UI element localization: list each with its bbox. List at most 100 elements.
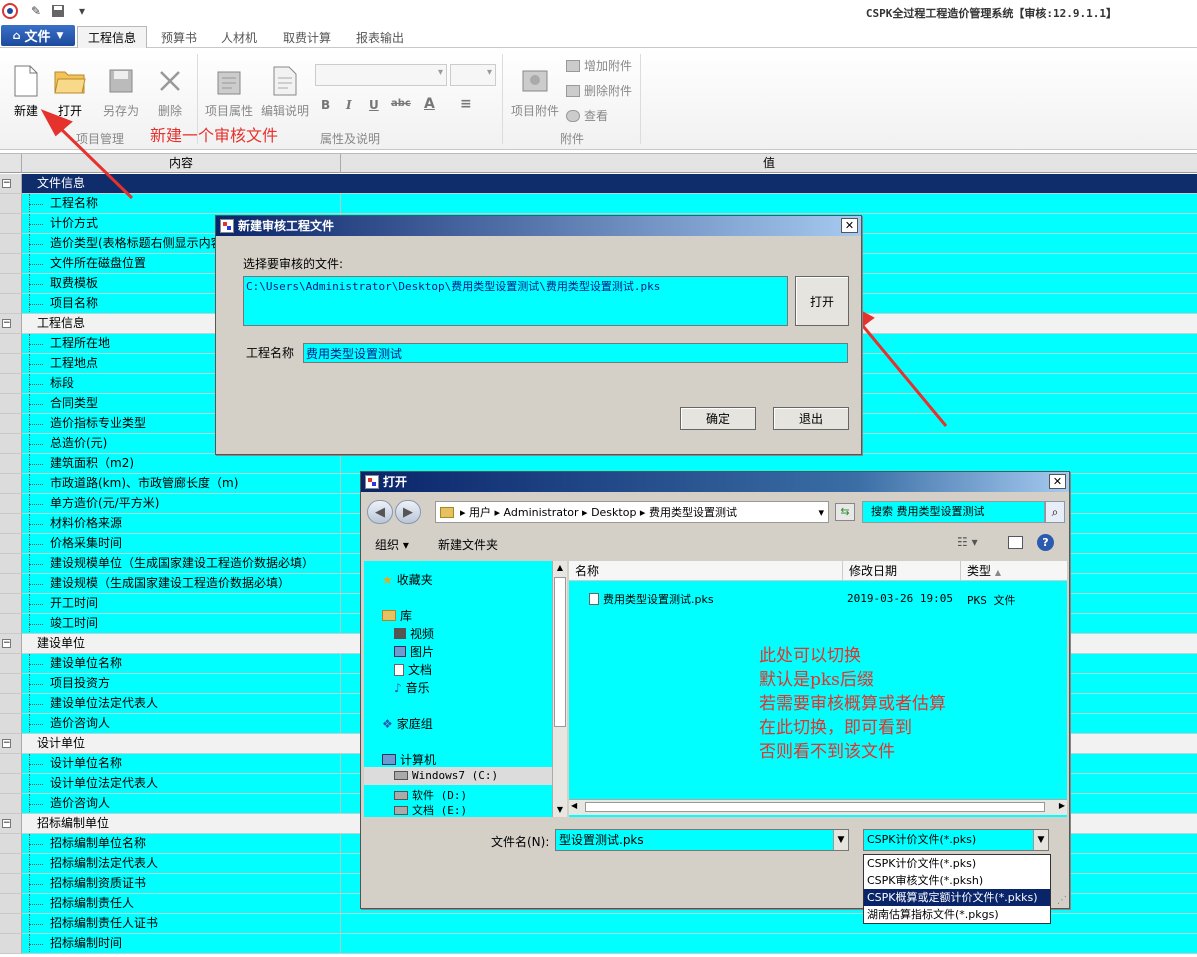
nav-favorites[interactable]: ★ 收藏夹 (382, 571, 433, 588)
breadcrumb-folder[interactable]: 费用类型设置测试 (649, 504, 737, 520)
preview-pane-icon[interactable] (1008, 536, 1023, 549)
chevron-down-icon[interactable]: ▼ (833, 830, 848, 850)
col-header-name[interactable]: 名称 (569, 561, 843, 581)
nav-computer-label: 计算机 (400, 753, 437, 767)
resize-grip-icon[interactable]: ⋰ (1057, 895, 1067, 906)
help-icon[interactable]: ? (1037, 534, 1054, 551)
nav-documents-label: 文档 (408, 663, 433, 677)
view-menu-icon[interactable]: ☷ ▾ (957, 535, 978, 549)
nav-videos-label: 视频 (410, 627, 435, 641)
annotation-arrow-new (56, 124, 134, 200)
file-path-field[interactable]: C:\Users\Administrator\Desktop\费用类型设置测试\… (243, 276, 788, 326)
arrow-left-icon: ◀ (375, 504, 385, 520)
homegroup-icon: ❖ (382, 716, 393, 731)
video-icon (394, 628, 406, 639)
scroll-left-icon[interactable]: ◀ (571, 801, 577, 810)
nav-drive-e[interactable]: 文档 (E:) (394, 803, 467, 817)
annotation-filter-hint: 此处可以切换 默认是pks后缀 若需要审核概算或者估算 在此切换，即可看到 否则… (759, 644, 946, 764)
filter-option[interactable]: CSPK审核文件(*.pksh) (864, 872, 1050, 889)
nav-homegroup[interactable]: ❖ 家庭组 (382, 715, 433, 732)
back-button[interactable]: ◀ (367, 500, 393, 524)
open-dialog-title-text: 打开 (383, 475, 408, 489)
col-header-date[interactable]: 修改日期 (843, 561, 961, 581)
close-icon: ✕ (844, 219, 855, 232)
nav-videos[interactable]: 视频 (394, 625, 434, 642)
annotation-line: 否则看不到该文件 (759, 742, 895, 762)
chevron-down-icon[interactable]: ▼ (1033, 830, 1048, 850)
filename-input[interactable]: 型设置测试.pks (555, 829, 849, 851)
file-row[interactable]: 费用类型设置测试.pks (589, 591, 714, 607)
navigation-pane: ★ 收藏夹 库 视频 图片 文档 ♪ 音乐 ❖ 家庭组 计算机 Windows7 (C… (364, 561, 552, 817)
nav-drive-d-label: 软件 (D:) (412, 789, 468, 802)
file-list-hscrollbar[interactable]: ◀ ▶ (569, 799, 1067, 815)
project-name-field[interactable]: 费用类型设置测试 (303, 343, 848, 363)
project-name-label: 工程名称 (246, 346, 295, 360)
forward-button[interactable]: ▶ (395, 500, 421, 524)
ok-button[interactable]: 确定 (680, 407, 756, 430)
scroll-thumb[interactable] (554, 577, 566, 727)
nav-drive-c[interactable]: Windows7 (C:) (394, 769, 498, 782)
nav-music[interactable]: ♪ 音乐 (394, 679, 430, 696)
new-audit-dialog: 新建审核工程文件 ✕ 选择要审核的文件: C:\Users\Administra… (215, 215, 862, 455)
scroll-right-icon[interactable]: ▶ (1059, 801, 1065, 810)
file-type-filter-dropdown: CSPK计价文件(*.pks) CSPK审核文件(*.pksh) CSPK概算或… (863, 854, 1051, 924)
search-icon: ⌕ (1051, 505, 1059, 519)
dialog-app-icon (220, 219, 234, 233)
nav-favorites-label: 收藏夹 (396, 573, 433, 587)
nav-computer[interactable]: 计算机 (382, 751, 436, 768)
nav-documents[interactable]: 文档 (394, 661, 432, 678)
address-bar[interactable]: ▸ 用户 ▸ Administrator ▸ Desktop ▸ 费用类型设置测… (435, 501, 829, 523)
library-icon (382, 610, 396, 621)
annotation-line: 若需要审核概算或者估算 (759, 694, 946, 714)
scroll-down-icon[interactable]: ▼ (553, 803, 567, 817)
scroll-up-icon[interactable]: ▲ (553, 561, 567, 575)
refresh-icon: ⇆ (840, 505, 850, 518)
nav-pictures[interactable]: 图片 (394, 643, 434, 660)
search-input[interactable]: 搜索 费用类型设置测试 (862, 501, 1045, 523)
col-header-type[interactable]: 类型 ▲ (961, 561, 1067, 581)
file-date: 2019-03-26 19:05 (847, 592, 953, 605)
annotation-line: 默认是pks后缀 (759, 670, 874, 690)
document-icon (394, 663, 404, 676)
annotation-line: 在此切换，即可看到 (759, 718, 912, 738)
breadcrumb-administrator[interactable]: Administrator (504, 506, 579, 519)
organize-button[interactable]: 组织 ▾ (375, 536, 409, 553)
drive-icon (394, 805, 408, 815)
file-type: PKS 文件 (967, 594, 1016, 607)
breadcrumb-users[interactable]: 用户 (469, 504, 491, 520)
drive-icon (394, 790, 408, 800)
exit-button[interactable]: 退出 (773, 407, 849, 430)
filter-option[interactable]: 湖南估算指标文件(*.pkgs) (864, 906, 1050, 923)
nav-library[interactable]: 库 (382, 607, 412, 624)
search-button[interactable]: ⌕ (1045, 501, 1065, 523)
breadcrumb-separator-icon: ▸ (636, 505, 649, 519)
file-type-filter-select[interactable]: CSPK计价文件(*.pks) (863, 829, 1049, 851)
scroll-thumb[interactable] (585, 802, 1045, 812)
close-button[interactable]: ✕ (1049, 474, 1066, 489)
nav-pictures-label: 图片 (410, 645, 435, 659)
nav-drive-e-label: 文档 (E:) (412, 804, 468, 817)
nav-drive-d[interactable]: 软件 (D:) (394, 787, 467, 803)
new-folder-button[interactable]: 新建文件夹 (438, 536, 498, 553)
open-file-button[interactable]: 打开 (795, 276, 849, 326)
annotation-line: 此处可以切换 (759, 646, 861, 666)
folder-icon (440, 506, 454, 518)
computer-icon (382, 754, 396, 765)
open-file-dialog: 打开 ✕ ◀ ▶ ▸ 用户 ▸ Administrator ▸ Desktop … (360, 471, 1070, 924)
file-icon (589, 593, 599, 605)
close-icon: ✕ (1052, 475, 1063, 488)
new-audit-dialog-title-text: 新建审核工程文件 (238, 219, 335, 233)
refresh-button[interactable]: ⇆ (835, 503, 855, 521)
nav-pane-scrollbar[interactable]: ▲ ▼ (552, 561, 567, 817)
filter-option[interactable]: CSPK计价文件(*.pks) (864, 855, 1050, 872)
breadcrumb-desktop[interactable]: Desktop (591, 506, 636, 519)
filename-label: 文件名(N): (491, 835, 550, 849)
sort-up-icon: ▲ (994, 568, 1001, 577)
filter-option-highlighted[interactable]: CSPK概算或定额计价文件(*.pkks) (864, 889, 1050, 906)
select-file-label: 选择要审核的文件: (243, 257, 344, 271)
star-icon: ★ (382, 572, 393, 587)
close-button[interactable]: ✕ (841, 218, 858, 233)
annotation-arrow-open (856, 319, 948, 427)
nav-library-label: 库 (400, 609, 413, 623)
chevron-down-icon[interactable]: ▾ (818, 506, 824, 519)
